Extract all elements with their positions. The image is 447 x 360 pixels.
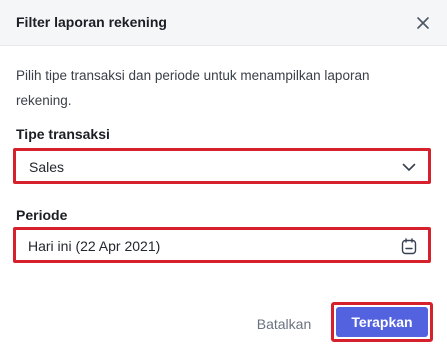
period-value: Hari ini (22 Apr 2021) <box>28 238 161 254</box>
chevron-down-icon <box>400 158 418 176</box>
cancel-button[interactable]: Batalkan <box>248 309 320 339</box>
dialog-header: Filter laporan rekening <box>0 0 447 46</box>
period-label: Periode <box>16 207 68 223</box>
transaction-type-select[interactable]: Sales <box>13 148 431 184</box>
transaction-type-value: Sales <box>29 159 65 175</box>
apply-button-highlight: Terapkan <box>331 302 433 342</box>
transaction-type-label: Tipe transaksi <box>16 126 110 142</box>
close-button[interactable] <box>412 12 434 34</box>
dialog-description: Pilih tipe transaksi dan periode untuk m… <box>16 68 370 108</box>
calendar-icon[interactable] <box>400 237 418 255</box>
dialog-title: Filter laporan rekening <box>16 14 167 30</box>
close-icon <box>417 17 429 29</box>
apply-button[interactable]: Terapkan <box>336 307 428 337</box>
filter-dialog: Filter laporan rekening Pilih tipe trans… <box>0 0 447 360</box>
period-date-picker[interactable]: Hari ini (22 Apr 2021) <box>13 227 431 263</box>
